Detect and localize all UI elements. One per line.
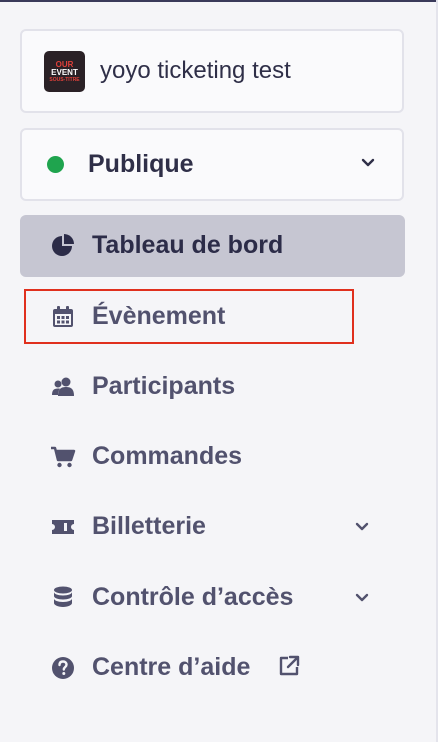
nav-item-orders[interactable]: Commandes — [20, 426, 405, 488]
help-icon — [52, 657, 74, 679]
nav-item-participants[interactable]: Participants — [20, 356, 405, 418]
database-icon — [54, 586, 72, 607]
users-icon — [52, 377, 74, 396]
nav-label: Participants — [92, 372, 236, 400]
status-dot-icon — [47, 156, 64, 173]
nav-label: Commandes — [92, 442, 243, 470]
status-dropdown[interactable]: Publique — [20, 128, 404, 201]
chevron-down-icon — [355, 593, 369, 602]
status-label: Publique — [88, 150, 194, 178]
highlight-box — [24, 289, 354, 344]
chevron-down-icon — [355, 522, 369, 531]
event-logo: OUR EVENT SOUS-TITRE — [44, 51, 85, 92]
top-border — [0, 0, 438, 2]
external-link-icon — [279, 655, 300, 676]
nav-item-help-center[interactable]: Centre d’aide — [20, 637, 405, 699]
nav-item-dashboard[interactable]: Tableau de bord — [20, 215, 405, 277]
nav-item-ticketing[interactable]: Billetterie — [20, 496, 405, 558]
ticket-icon — [52, 520, 74, 534]
nav-label: Contrôle d’accès — [92, 583, 294, 611]
event-selector[interactable]: OUR EVENT SOUS-TITRE yoyo ticketing test — [20, 29, 404, 113]
chevron-down-icon — [361, 158, 375, 167]
nav-item-access-control[interactable]: Contrôle d’accès — [20, 567, 405, 629]
nav-label: Centre d’aide — [92, 653, 251, 681]
cart-icon — [51, 446, 76, 468]
nav-label: Tableau de bord — [92, 231, 284, 259]
event-name: yoyo ticketing test — [100, 57, 291, 84]
nav-label: Billetterie — [92, 512, 206, 540]
pie-chart-icon — [52, 234, 74, 256]
